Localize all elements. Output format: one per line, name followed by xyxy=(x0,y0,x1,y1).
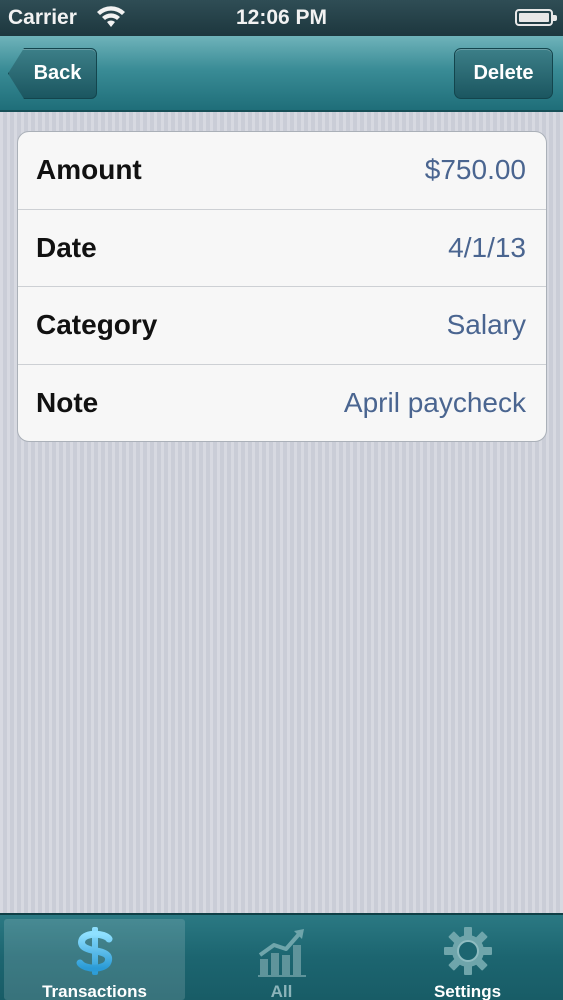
tab-settings[interactable]: Settings xyxy=(377,919,558,1000)
detail-row-amount[interactable]: Amount $750.00 xyxy=(18,132,546,210)
tab-bar: Transactions All Settings xyxy=(0,913,563,1000)
status-bar: Carrier 12:06 PM xyxy=(0,0,563,36)
delete-button[interactable]: Delete xyxy=(454,48,553,99)
status-time: 12:06 PM xyxy=(235,6,328,29)
detail-row-date[interactable]: Date 4/1/13 xyxy=(18,210,546,287)
category-value: Salary xyxy=(446,309,526,341)
tab-transactions-label: Transactions xyxy=(42,982,147,1000)
detail-row-category[interactable]: Category Salary xyxy=(18,287,546,365)
detail-row-note[interactable]: Note April paycheck xyxy=(18,365,546,442)
date-label: Date xyxy=(36,231,97,263)
note-value: April paycheck xyxy=(343,387,526,419)
tab-settings-label: Settings xyxy=(433,982,502,1000)
note-label: Note xyxy=(36,387,99,419)
category-label: Category xyxy=(36,309,158,341)
back-button[interactable]: Back xyxy=(8,48,97,99)
gear-icon xyxy=(442,925,494,977)
tab-all-label: All xyxy=(270,982,293,1000)
amount-value: $750.00 xyxy=(424,154,526,186)
tab-all[interactable]: All xyxy=(191,919,372,1000)
date-value: 4/1/13 xyxy=(448,231,526,263)
battery-icon xyxy=(515,9,557,26)
navigation-bar: Back Delete xyxy=(0,36,563,112)
dollar-icon xyxy=(69,925,121,977)
delete-button-label: Delete xyxy=(473,62,534,84)
tab-transactions[interactable]: Transactions xyxy=(4,919,185,1000)
amount-label: Amount xyxy=(36,154,142,186)
transaction-detail-table: Amount $750.00 Date 4/1/13 Category Sala… xyxy=(17,131,547,442)
chart-icon xyxy=(256,925,308,977)
back-button-label: Back xyxy=(33,62,82,84)
